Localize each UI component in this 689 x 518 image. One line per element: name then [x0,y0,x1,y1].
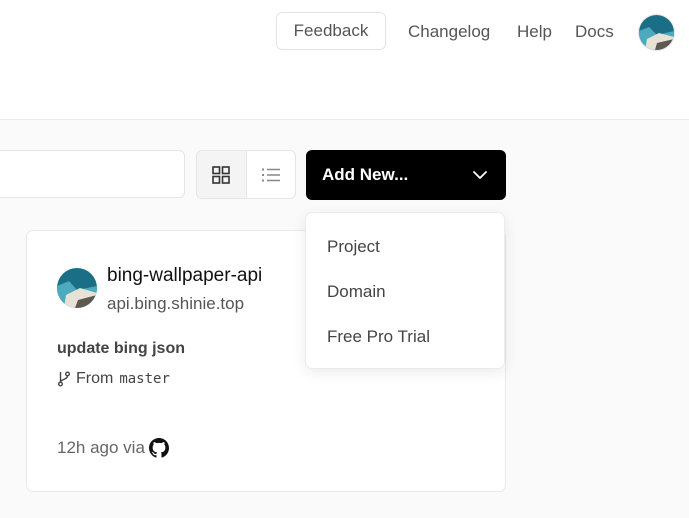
user-avatar-image [639,15,674,50]
add-new-button[interactable]: Add New... [306,150,506,200]
grid-view-button[interactable] [197,151,247,198]
nav-link-changelog[interactable]: Changelog [408,22,490,42]
search-input[interactable] [0,150,185,198]
menu-item-project[interactable]: Project [306,225,504,270]
nav-link-help[interactable]: Help [517,22,552,42]
list-icon [261,168,280,181]
project-name[interactable]: bing-wallpaper-api [107,265,262,287]
top-navigation-bar: Feedback Changelog Help Docs [0,0,689,120]
view-toggle [196,150,296,199]
nav-link-docs[interactable]: Docs [575,22,614,42]
deploy-time: 12h ago via [57,438,169,458]
add-new-label: Add New... [322,165,409,184]
user-avatar[interactable] [639,15,674,50]
project-avatar-image [57,268,97,308]
feedback-button[interactable]: Feedback [276,12,386,50]
list-view-button[interactable] [247,151,296,198]
add-new-dropdown-menu: Project Domain Free Pro Trial [305,212,505,369]
git-branch-icon [58,371,70,387]
branch-name: master [119,371,170,387]
project-avatar [57,268,97,308]
commit-message: update bing json [57,340,185,357]
project-domain-link[interactable]: api.bing.shinie.top [107,294,244,314]
menu-item-free-pro-trial[interactable]: Free Pro Trial [306,315,504,360]
deploy-time-text: 12h ago via [57,438,145,457]
menu-item-domain[interactable]: Domain [306,270,504,315]
branch-info: From master [57,370,170,388]
branch-prefix: From [76,370,114,387]
grid-icon [212,165,231,184]
github-icon[interactable] [148,438,169,458]
chevron-down-icon [473,171,487,179]
